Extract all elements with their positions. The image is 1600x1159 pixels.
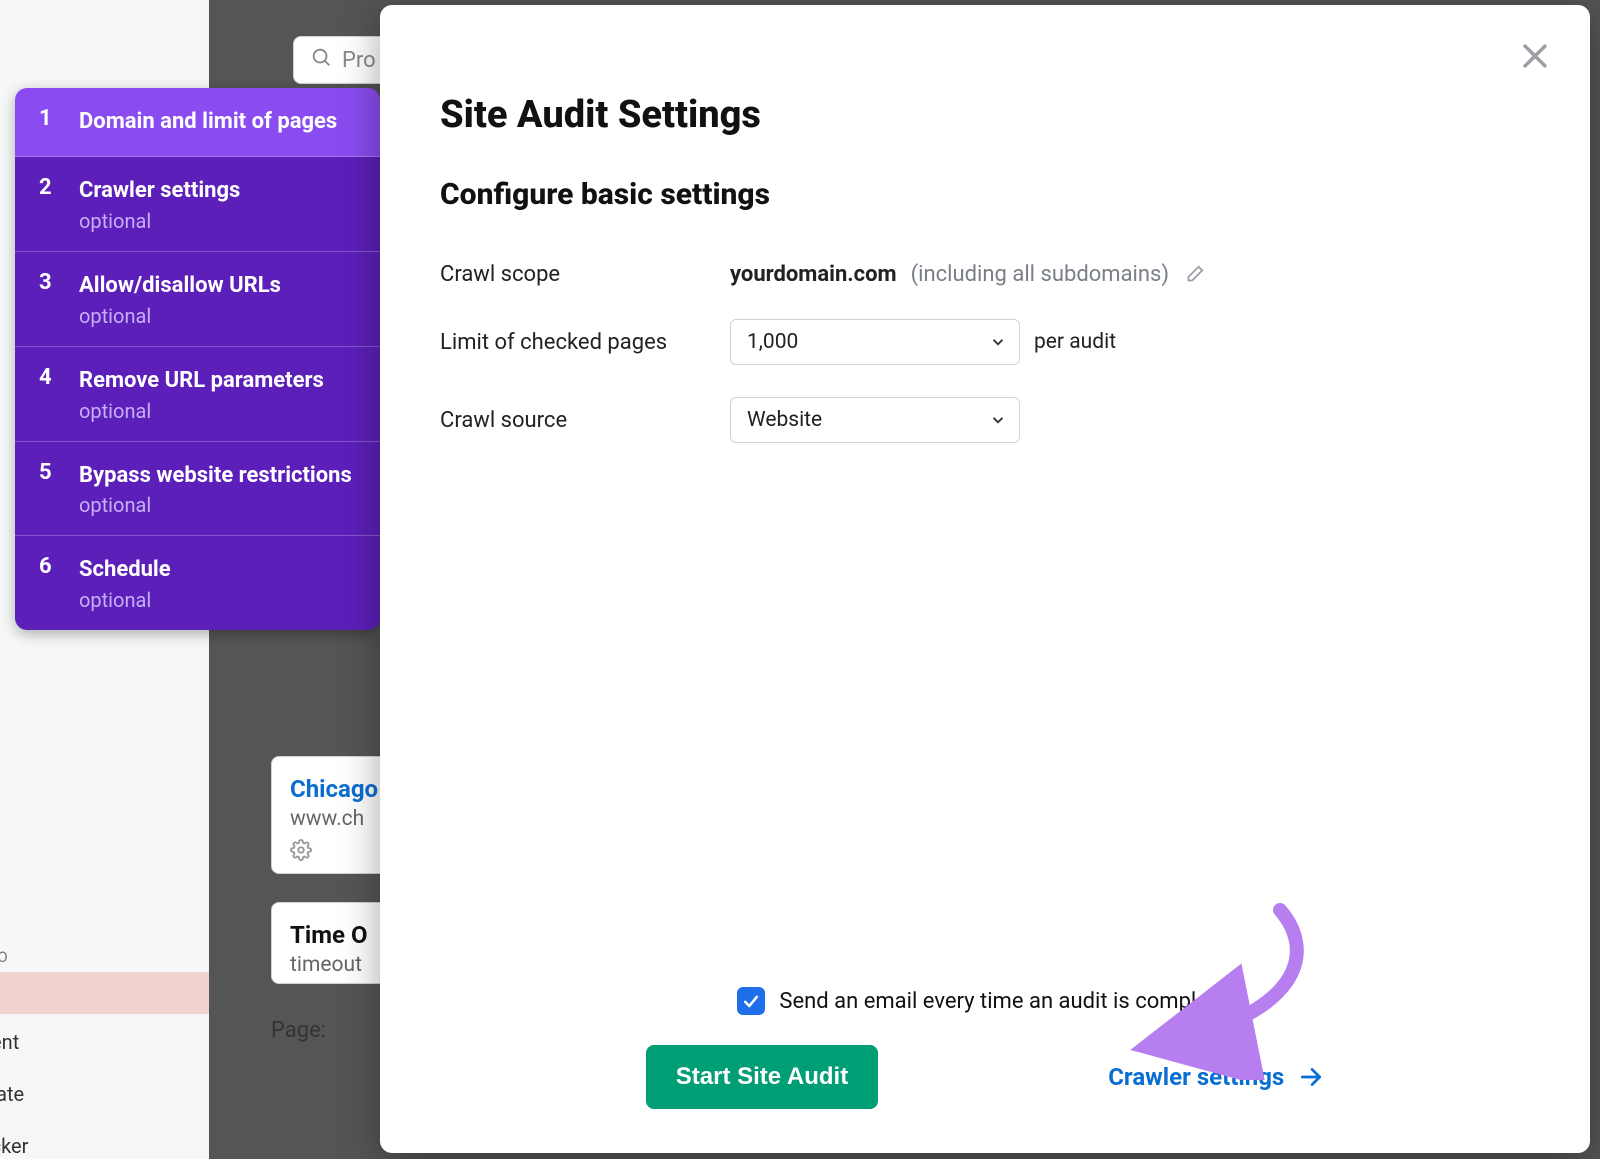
wizard-step-number: 5 (39, 460, 61, 518)
wizard-step-optional: optional (79, 304, 358, 328)
select-value: 1,000 (747, 330, 798, 354)
limit-pages-select[interactable]: 1,000 (730, 319, 1020, 365)
bg-stub: ecker (0, 1134, 28, 1158)
field-label: Crawl scope (440, 262, 730, 287)
field-label: Crawl source (440, 408, 730, 433)
bg-stub: nent (0, 1030, 19, 1054)
wizard-step-optional: optional (79, 399, 358, 423)
modal-subtitle: Configure basic settings (440, 177, 1530, 212)
checkbox-checked-icon[interactable] (737, 987, 765, 1015)
crawler-settings-link[interactable]: Crawler settings (1108, 1063, 1324, 1091)
wizard-step-number: 1 (39, 106, 61, 138)
modal-footer: Send an email every time an audit is com… (380, 987, 1590, 1109)
wizard-step-label: Crawler settings (79, 175, 358, 207)
wizard-step-label: Remove URL parameters (79, 365, 358, 397)
wizard-step-number: 6 (39, 554, 61, 612)
crawl-scope-hint: (including all subdomains) (911, 262, 1169, 287)
field-label: Limit of checked pages (440, 330, 730, 355)
bg-search-text: Pro (342, 48, 376, 73)
start-site-audit-button[interactable]: Start Site Audit (646, 1045, 878, 1109)
crawl-source-select[interactable]: Website (730, 397, 1020, 443)
bg-stub: SEO (0, 948, 8, 966)
wizard-step-label: Schedule (79, 554, 358, 586)
chevron-down-icon (989, 411, 1007, 429)
modal-title: Site Audit Settings (440, 93, 1530, 137)
row-crawl-source: Crawl source Website (440, 381, 1530, 459)
select-value: Website (747, 408, 822, 432)
wizard-step-number: 3 (39, 270, 61, 328)
settings-form: Crawl scope yourdomain.com (including al… (440, 246, 1530, 459)
wizard-step-remove-params[interactable]: 4 Remove URL parameters optional (15, 347, 380, 442)
row-limit-pages: Limit of checked pages 1,000 per audit (440, 303, 1530, 381)
email-notify-row[interactable]: Send an email every time an audit is com… (440, 987, 1530, 1015)
crawl-scope-domain: yourdomain.com (730, 262, 897, 287)
wizard-step-domain-limit[interactable]: 1 Domain and limit of pages (15, 88, 380, 157)
bg-stub: plate (0, 1082, 24, 1106)
wizard-step-optional: optional (79, 493, 358, 517)
email-notify-label: Send an email every time an audit is com… (779, 989, 1232, 1014)
search-icon (310, 46, 332, 74)
wizard-step-bypass[interactable]: 5 Bypass website restrictions optional (15, 442, 380, 537)
wizard-step-optional: optional (79, 209, 358, 233)
wizard-step-schedule[interactable]: 6 Schedule optional (15, 536, 380, 630)
wizard-step-label: Allow/disallow URLs (79, 270, 358, 302)
wizard-step-optional: optional (79, 588, 358, 612)
chevron-down-icon (989, 333, 1007, 351)
bg-stub-active (0, 972, 209, 1014)
wizard-step-label: Domain and limit of pages (79, 106, 358, 138)
row-crawl-scope: Crawl scope yourdomain.com (including al… (440, 246, 1530, 303)
arrow-right-icon (1298, 1064, 1324, 1090)
wizard-step-label: Bypass website restrictions (79, 460, 358, 492)
wizard-steps: 1 Domain and limit of pages 2 Crawler se… (15, 88, 380, 630)
edit-scope-button[interactable] (1183, 264, 1205, 286)
close-button[interactable] (1518, 39, 1552, 73)
wizard-step-allow-disallow[interactable]: 3 Allow/disallow URLs optional (15, 252, 380, 347)
settings-modal: Site Audit Settings Configure basic sett… (380, 5, 1590, 1153)
link-label: Crawler settings (1108, 1063, 1284, 1091)
wizard-step-number: 4 (39, 365, 61, 423)
wizard-step-number: 2 (39, 175, 61, 233)
limit-suffix: per audit (1034, 330, 1116, 354)
wizard-step-crawler-settings[interactable]: 2 Crawler settings optional (15, 157, 380, 252)
